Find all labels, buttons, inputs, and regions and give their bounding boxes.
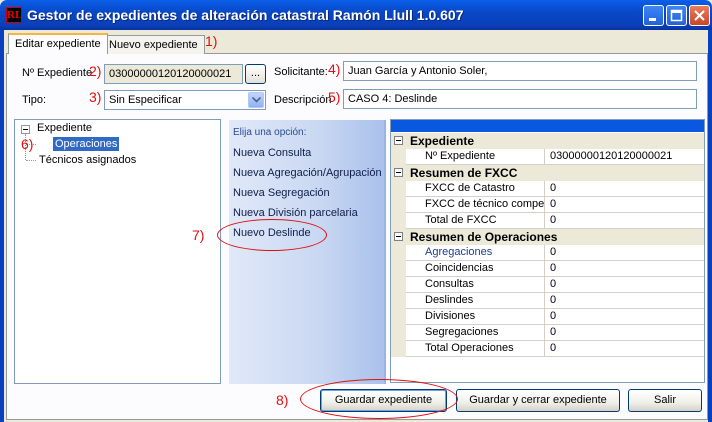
collapse-icon[interactable] (394, 232, 403, 241)
property-row[interactable]: Segregaciones 0 (391, 325, 704, 341)
property-row[interactable]: Total Operaciones 0 (391, 341, 704, 357)
property-key: Nº Expediente (391, 149, 545, 165)
solicitante-field[interactable]: Juan García y Antonio Soler, (343, 61, 697, 81)
tree-connector (26, 160, 36, 161)
category-title: Resumen de FXCC (410, 166, 518, 180)
annotation-6: 6) (21, 136, 34, 152)
property-key: Segregaciones (391, 325, 545, 341)
property-key: Consultas (391, 277, 545, 293)
property-row[interactable]: Nº Expediente 03000000120120000021 (391, 149, 704, 165)
tree-item-expediente[interactable]: Expediente (35, 121, 94, 135)
annotation-5: 5) (328, 89, 341, 105)
property-value: 0 (550, 246, 557, 258)
app-logo-icon: RL (6, 7, 23, 23)
category-title: Resumen de Operaciones (410, 230, 558, 244)
descripcion-field[interactable]: CASO 4: Deslinde (343, 89, 697, 109)
collapse-icon[interactable] (394, 136, 403, 145)
property-value: 0 (550, 278, 557, 290)
annotation-4: 4) (328, 61, 341, 77)
minimize-button[interactable] (643, 5, 664, 26)
property-value: 0 (550, 326, 557, 338)
tipo-label: Tipo: (22, 94, 47, 106)
property-value: 0 (550, 262, 557, 274)
browse-button[interactable]: ... (245, 64, 266, 84)
property-key: FXCC de técnico competente (391, 197, 545, 213)
annotation-2: 2) (89, 63, 102, 79)
property-key: Agregaciones (391, 245, 545, 261)
property-value: 0 (550, 214, 557, 226)
property-row[interactable]: Agregaciones 0 (391, 245, 704, 261)
property-key: FXCC de Catastro (391, 181, 545, 197)
tree-item-tecnicos[interactable]: Técnicos asignados (37, 153, 138, 167)
tab-nuevo-expediente[interactable]: Nuevo expediente (102, 35, 205, 54)
property-grid[interactable]: Expediente Nº Expediente 030000001201200… (390, 119, 705, 383)
property-row[interactable]: Consultas 0 (391, 277, 704, 293)
options-header: Elija una opción: (233, 127, 307, 138)
maximize-button[interactable] (666, 5, 687, 26)
property-value: 0 (550, 294, 557, 306)
solicitante-label: Solicitante: (274, 66, 328, 78)
tree-item-operaciones[interactable]: Operaciones (53, 137, 120, 151)
options-panel: Elija una opción: Nueva Consulta Nueva A… (229, 120, 386, 384)
tipo-select[interactable]: Sin Especificar (104, 90, 266, 110)
property-row[interactable]: FXCC de Catastro 0 (391, 181, 704, 197)
annotation-8: 8) (276, 392, 289, 408)
property-key: Coincidencias (391, 261, 545, 277)
option-nueva-division[interactable]: Nueva División parcelaria (233, 207, 358, 219)
close-icon (694, 10, 705, 21)
maximize-icon (670, 9, 683, 22)
property-row[interactable]: Coincidencias 0 (391, 261, 704, 277)
property-key: Deslindes (391, 293, 545, 309)
property-row[interactable]: Divisiones 0 (391, 309, 704, 325)
descripcion-label: Descripción (274, 94, 332, 106)
property-value: 0 (550, 310, 557, 322)
expediente-label: Nº Expediente (22, 67, 93, 79)
property-value: 0 (550, 198, 557, 210)
option-nueva-agregacion[interactable]: Nueva Agregación/Agrupación (233, 167, 382, 179)
option-nueva-segregacion[interactable]: Nueva Segregación (233, 187, 330, 199)
annotation-1: 1) (205, 33, 218, 49)
window-frame-left (0, 30, 4, 422)
collapse-icon[interactable] (394, 168, 403, 177)
category-title: Expediente (410, 134, 475, 148)
guardar-cerrar-button[interactable]: Guardar y cerrar expediente (456, 389, 620, 412)
property-category[interactable]: Expediente (391, 133, 704, 149)
property-grid-toolbar (391, 120, 704, 132)
guardar-expediente-button[interactable]: Guardar expediente (320, 389, 447, 412)
window-frame-right (708, 30, 712, 422)
option-nueva-consulta[interactable]: Nueva Consulta (233, 147, 311, 159)
property-key: Divisiones (391, 309, 545, 325)
expediente-field[interactable]: 03000000120120000021 (104, 64, 243, 84)
property-value: 0 (550, 182, 557, 194)
minimize-icon (649, 18, 656, 21)
property-key: Total Operaciones (391, 341, 545, 357)
property-row[interactable]: Total de FXCC 0 (391, 213, 704, 229)
title-bar[interactable]: RL Gestor de expedientes de alteración c… (0, 0, 712, 30)
expediente-tree[interactable]: Expediente Operaciones Técnicos asignado… (14, 119, 221, 384)
property-key: Total de FXCC (391, 213, 545, 229)
tab-editar-expediente[interactable]: Editar expediente (8, 33, 108, 54)
property-value: 0 (550, 342, 557, 354)
option-nuevo-deslinde[interactable]: Nuevo Deslinde (233, 227, 311, 239)
window-title: Gestor de expedientes de alteración cata… (27, 7, 464, 23)
close-button[interactable] (689, 5, 710, 26)
tree-collapse-toggle[interactable] (21, 125, 30, 134)
tipo-select-value: Sin Especificar (109, 94, 182, 106)
property-category[interactable]: Resumen de Operaciones (391, 229, 704, 245)
annotation-3: 3) (89, 89, 102, 105)
property-value: 03000000120120000021 (550, 150, 673, 162)
salir-button[interactable]: Salir (628, 389, 702, 412)
annotation-7: 7) (192, 227, 205, 243)
chevron-down-icon[interactable] (248, 92, 264, 108)
property-row[interactable]: FXCC de técnico competente 0 (391, 197, 704, 213)
property-category[interactable]: Resumen de FXCC (391, 165, 704, 181)
property-row[interactable]: Deslindes 0 (391, 293, 704, 309)
